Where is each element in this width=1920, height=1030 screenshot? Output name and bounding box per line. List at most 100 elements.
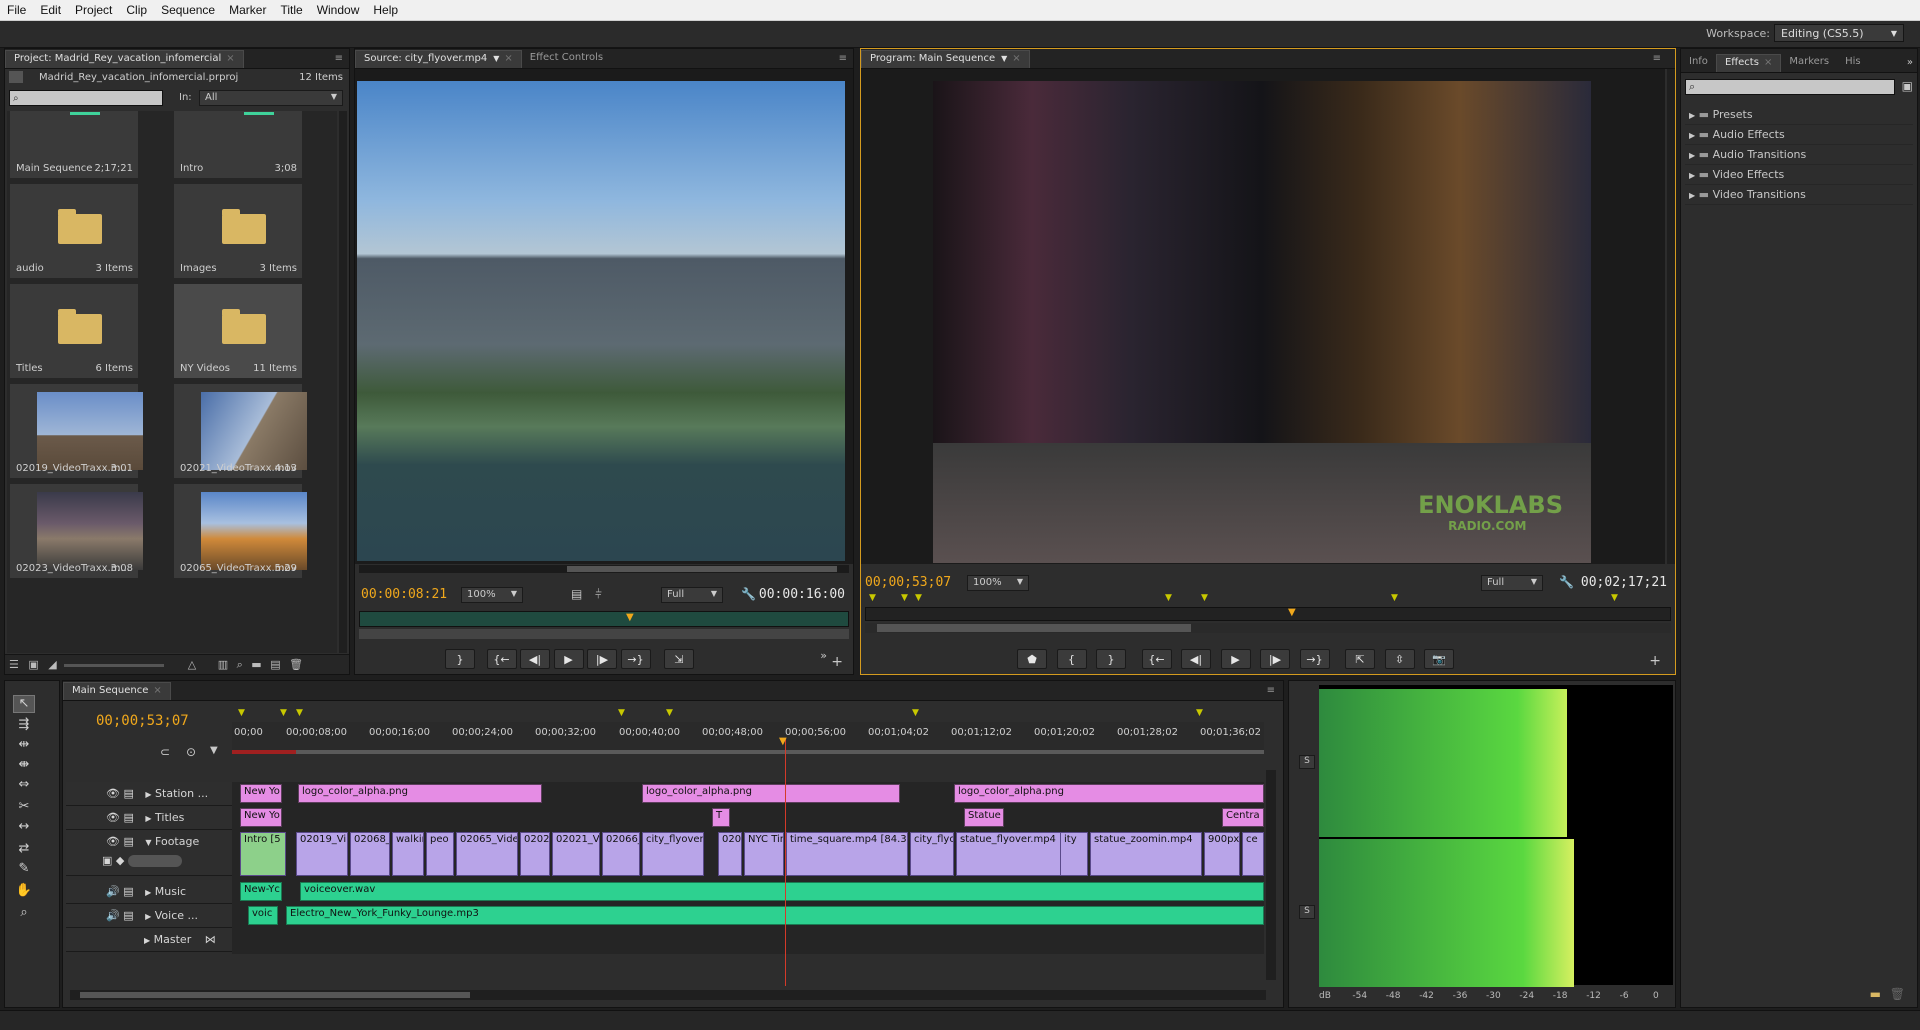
timeline-timecode[interactable]: 00;00;53;07 <box>96 713 189 729</box>
panel-menu-icon[interactable]: ≡ <box>335 53 343 64</box>
bin-item[interactable]: NY Videos 11 Items <box>173 283 303 379</box>
drag-video-icon[interactable]: ▤ <box>571 587 582 601</box>
hand-tool-icon[interactable]: ✋ <box>13 883 35 901</box>
marker-icon[interactable]: ▼ <box>1165 593 1172 603</box>
tree-item-video-effects[interactable]: ▶ ▬ Video Effects <box>1685 165 1913 185</box>
work-area-bar[interactable] <box>232 750 1264 754</box>
chevron-down-icon[interactable]: ▼ <box>1001 54 1007 63</box>
tree-item-audio-transitions[interactable]: ▶ ▬ Audio Transitions <box>1685 145 1913 165</box>
source-zoom-select[interactable]: 100% ▼ <box>461 587 523 603</box>
clip-voice[interactable]: voic <box>248 906 278 925</box>
add-button[interactable]: + <box>831 654 843 670</box>
clip-footage[interactable]: ity <box>1060 832 1088 876</box>
track-header-titles[interactable]: 👁 ▤ ▶ Titles <box>66 806 232 830</box>
film-icon[interactable]: ▤ <box>123 787 133 800</box>
go-to-in-button[interactable]: {← <box>1141 649 1172 669</box>
expand-triangle-icon[interactable]: ▶ <box>1689 151 1695 160</box>
clip-footage[interactable]: statue_zoomin.mp4 <box>1090 832 1202 876</box>
track-header-station[interactable]: 👁 ▤ ▶ Station ... <box>66 782 232 806</box>
zoom-slider[interactable] <box>64 663 165 667</box>
menu-window[interactable]: Window <box>310 3 367 17</box>
menu-project[interactable]: Project <box>68 3 119 17</box>
clip-footage[interactable]: Intro [5 <box>240 832 286 876</box>
expand-triangle-icon[interactable]: ▶ <box>1689 111 1695 120</box>
marker-icon[interactable]: ▼ <box>915 593 922 603</box>
go-to-in-button[interactable]: {← <box>486 649 517 669</box>
icon-view-icon[interactable]: ▣ <box>28 658 38 671</box>
expand-triangle-icon[interactable]: ▶ <box>1689 171 1695 180</box>
track-header-footage[interactable]: 👁 ▤ ▼ Footage ▣ ◆ <box>66 830 232 876</box>
clip-footage[interactable]: city_flyover <box>642 832 704 876</box>
marker-icon[interactable]: ▼ <box>1201 593 1208 603</box>
film-icon[interactable]: ▤ <box>123 885 133 898</box>
export-frame-button[interactable]: 📷 <box>1424 649 1454 669</box>
marker-icon[interactable]: ▼ <box>238 708 245 718</box>
film-icon[interactable]: ▤ <box>123 811 133 824</box>
timeline-playhead[interactable] <box>785 738 786 986</box>
source-time-ruler[interactable]: ▼ <box>359 611 849 627</box>
clip-footage[interactable]: 02019_Vi <box>296 832 348 876</box>
bin-scrollbar[interactable] <box>339 111 347 653</box>
marker-icon[interactable]: ▼ <box>666 708 673 718</box>
play-button[interactable]: ▶ <box>553 649 584 669</box>
step-forward-button[interactable]: |▶ <box>587 649 617 669</box>
zoom-thumb[interactable] <box>877 624 1191 632</box>
clip-footage[interactable]: 020 <box>718 832 742 876</box>
marker-icon[interactable]: ▼ <box>1611 593 1618 603</box>
tab-effect-controls[interactable]: Effect Controls <box>522 50 611 68</box>
clip-footage[interactable]: walkir <box>392 832 424 876</box>
wrench-icon[interactable]: 🔧 <box>1559 575 1574 589</box>
slide-tool-icon[interactable]: ⇄ <box>13 841 35 859</box>
clip-footage[interactable]: statue_flyover.mp4 <box>956 832 1070 876</box>
marker-icon[interactable]: ▼ <box>1391 593 1398 603</box>
close-icon[interactable]: × <box>504 53 512 64</box>
workspace-select[interactable]: Editing (CS5.5) ▼ <box>1774 24 1904 42</box>
solo-left-button[interactable]: S <box>1299 755 1315 769</box>
list-view-icon[interactable]: ☰ <box>9 658 19 671</box>
expand-triangle-icon[interactable]: ▶ <box>1689 191 1695 200</box>
snap-icon[interactable]: ⊂ <box>160 745 170 759</box>
speaker-icon[interactable]: 🔊 <box>106 909 120 922</box>
find-icon[interactable]: ⌕ <box>237 658 243 671</box>
zoom-out-icon[interactable]: ◢ <box>48 658 56 671</box>
track-header-music[interactable]: 🔊 ▤ ▶ Music <box>66 880 232 904</box>
clip-footage[interactable]: NYC Tim <box>744 832 784 876</box>
tree-item-audio-effects[interactable]: ▶ ▬ Audio Effects <box>1685 125 1913 145</box>
eye-icon[interactable]: 👁 <box>106 835 120 848</box>
ripple-edit-tool-icon[interactable]: ⇹ <box>13 737 35 755</box>
clip-voice[interactable]: Electro_New_York_Funky_Lounge.mp3 <box>286 906 1264 925</box>
drag-audio-icon[interactable]: ⫩ <box>595 587 602 602</box>
menu-title[interactable]: Title <box>273 3 309 17</box>
bin-item[interactable]: Images 3 Items <box>173 183 303 279</box>
expand-triangle-icon[interactable]: ▶ <box>145 888 151 897</box>
source-timecode[interactable]: 00:00:08:21 <box>361 587 447 602</box>
linked-selection-icon[interactable]: ⊙ <box>186 745 196 759</box>
source-quality-select[interactable]: Full ▼ <box>661 587 723 603</box>
effects-search-input[interactable]: ⌕ <box>1685 79 1895 95</box>
pen-tool-icon[interactable]: ✎ <box>13 861 35 879</box>
new-item-icon[interactable]: ▤ <box>270 658 280 671</box>
project-search-input[interactable]: ⌕ <box>9 90 163 106</box>
tab-info[interactable]: Info <box>1681 54 1716 72</box>
more-icon[interactable]: » <box>1907 57 1913 68</box>
panel-menu-icon[interactable]: ≡ <box>1267 685 1275 696</box>
tree-item-presets[interactable]: ▶ ▬ Presets <box>1685 105 1913 125</box>
clip-station[interactable]: logo_color_alpha.png <box>642 784 900 803</box>
zoom-tool-icon[interactable]: ⌕ <box>13 905 35 923</box>
rate-stretch-tool-icon[interactable]: ⇔ <box>13 777 35 795</box>
step-back-button[interactable]: ◀| <box>1181 649 1211 669</box>
mark-in-button[interactable]: { <box>1056 649 1087 669</box>
program-vscrollbar[interactable] <box>1667 69 1675 564</box>
clip-footage[interactable]: 02068_ <box>350 832 390 876</box>
marker-icon[interactable]: ▼ <box>296 708 303 718</box>
expand-triangle-icon[interactable]: ▶ <box>145 912 151 921</box>
playhead-icon[interactable]: ▼ <box>779 736 787 747</box>
tab-program[interactable]: Program: Main Sequence ▼ × <box>861 50 1030 68</box>
menu-sequence[interactable]: Sequence <box>154 3 222 17</box>
selection-tool-icon[interactable]: ↖ <box>13 695 35 713</box>
panel-menu-icon[interactable]: ≡ <box>1653 53 1661 64</box>
keyframe-navigator[interactable] <box>127 855 182 867</box>
clip-station[interactable]: New Yo <box>240 784 282 803</box>
clip-title[interactable]: T <box>712 808 730 827</box>
source-zoom-bar[interactable] <box>359 629 849 639</box>
